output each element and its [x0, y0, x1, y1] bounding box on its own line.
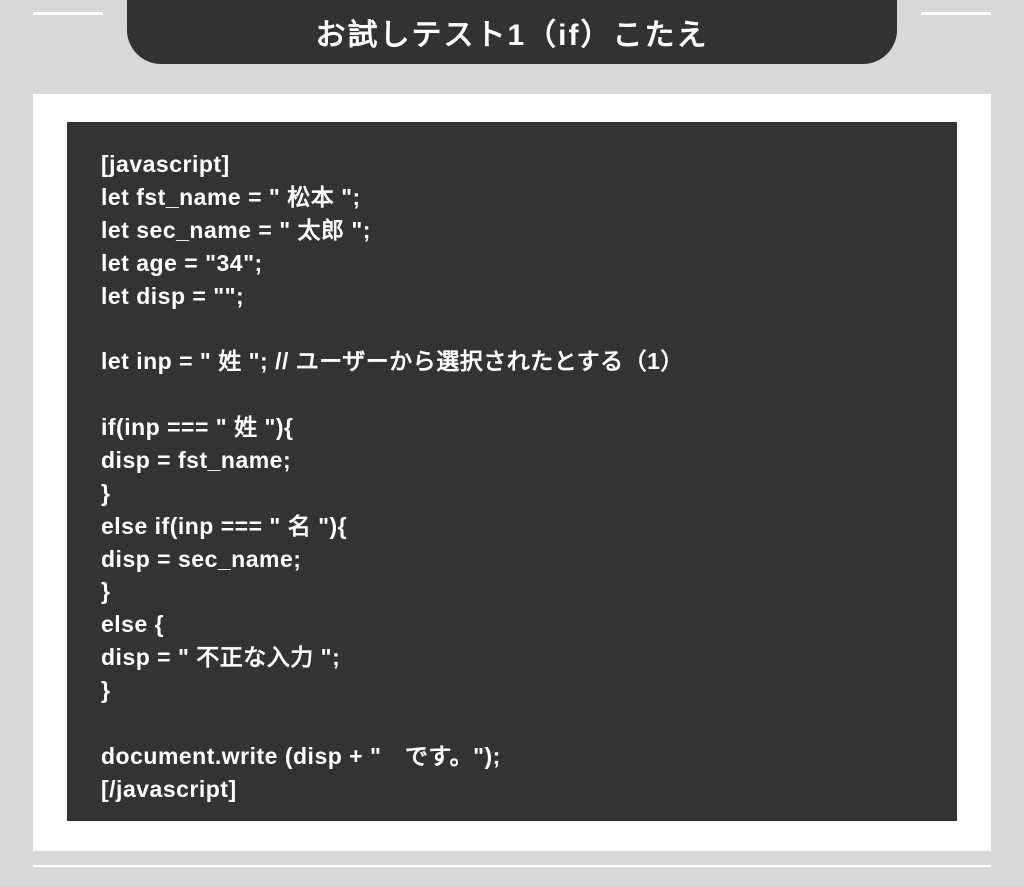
code-outer-panel: [javascript] let fst_name = " 松本 "; let … [33, 94, 991, 851]
page-title: お試しテスト1（if）こたえ [315, 10, 708, 54]
title-tab: お試しテスト1（if）こたえ [127, 0, 897, 64]
top-rule-right [921, 12, 991, 15]
bottom-rule [33, 865, 991, 868]
top-rule-left [33, 12, 103, 15]
code-block: [javascript] let fst_name = " 松本 "; let … [67, 122, 957, 821]
